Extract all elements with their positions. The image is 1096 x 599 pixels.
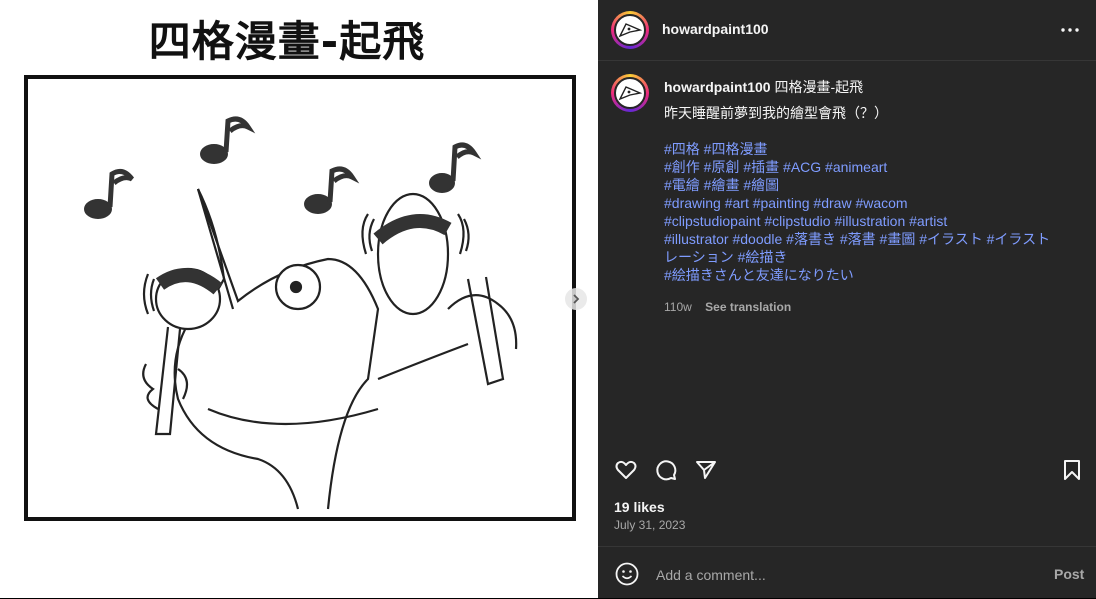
hashtag-line[interactable]: #clipstudiopaint #clipstudio #illustrati… [664,212,1074,230]
action-bar [598,450,1096,490]
music-note [304,194,332,214]
like-button[interactable] [612,456,640,484]
post-caption: howardpaint100 四格漫畫-起飛 昨天睡醒前夢到我的繪型會飛（？） … [664,78,1074,284]
avatar[interactable] [611,11,649,49]
caption-body: 昨天睡醒前夢到我的繪型會飛（？） [664,105,888,121]
post-age[interactable]: 110w [664,300,692,314]
share-button[interactable] [692,456,720,484]
hashtag-line[interactable]: #創作 #原創 #插畫 #ACG #animeart [664,158,1074,176]
instagram-post-view: 四格漫畫-起飛 howardpaint100 howardpaint100 四格… [0,0,1096,598]
next-slide-button[interactable] [565,288,587,310]
caption-avatar[interactable] [611,74,649,112]
heart-icon [615,460,637,479]
music-note [429,173,455,193]
chevron-right-icon [573,294,580,304]
caption-meta: 110w See translation [664,300,791,314]
save-button[interactable] [1058,456,1086,484]
bird-avatar-icon [618,86,643,101]
caption-username[interactable]: howardpaint100 [664,79,771,95]
hashtag-line[interactable]: #illustrator #doodle #落書き #落書 #畫圖 #イラスト … [664,230,1074,248]
comic-panel-illustration [24,75,576,521]
caption-title: 四格漫畫-起飛 [774,79,864,95]
post-comment-button[interactable]: Post [1054,566,1084,582]
comment-input[interactable] [654,563,1038,587]
see-translation-link[interactable]: See translation [705,300,791,314]
comic-drawing [84,116,518,510]
comment-icon [656,460,677,481]
post-date: July 31, 2023 [614,518,686,532]
hashtag-line[interactable]: #drawing #art #painting #draw #wacom [664,194,1074,212]
post-header: howardpaint100 [598,0,1096,61]
send-icon [696,461,716,479]
post-media: 四格漫畫-起飛 [0,0,598,598]
post-details-pane: howardpaint100 howardpaint100 四格漫畫-起飛 昨天… [598,0,1096,598]
hashtag-line[interactable]: レーション #絵描き [664,248,1074,266]
comment-bar: Post [598,546,1096,599]
hashtag-line[interactable]: #四格 #四格漫畫 [664,140,1074,158]
bookmark-icon [1064,460,1080,480]
comment-button[interactable] [652,456,680,484]
music-note [84,199,112,219]
emoji-button[interactable] [614,561,640,587]
bird-avatar-icon [618,23,643,38]
likes-count[interactable]: 19 likes [614,499,665,515]
hashtag-line[interactable]: #絵描きさんと友達になりたい [664,266,1074,284]
more-options-button[interactable] [1058,18,1082,42]
hashtag-line[interactable]: #電繪 #繪畫 #繪圖 [664,176,1074,194]
comic-title: 四格漫畫-起飛 [148,17,426,66]
music-note [200,144,228,164]
emoji-icon [615,562,639,586]
header-username[interactable]: howardpaint100 [662,21,769,37]
more-options-icon [1061,28,1079,32]
